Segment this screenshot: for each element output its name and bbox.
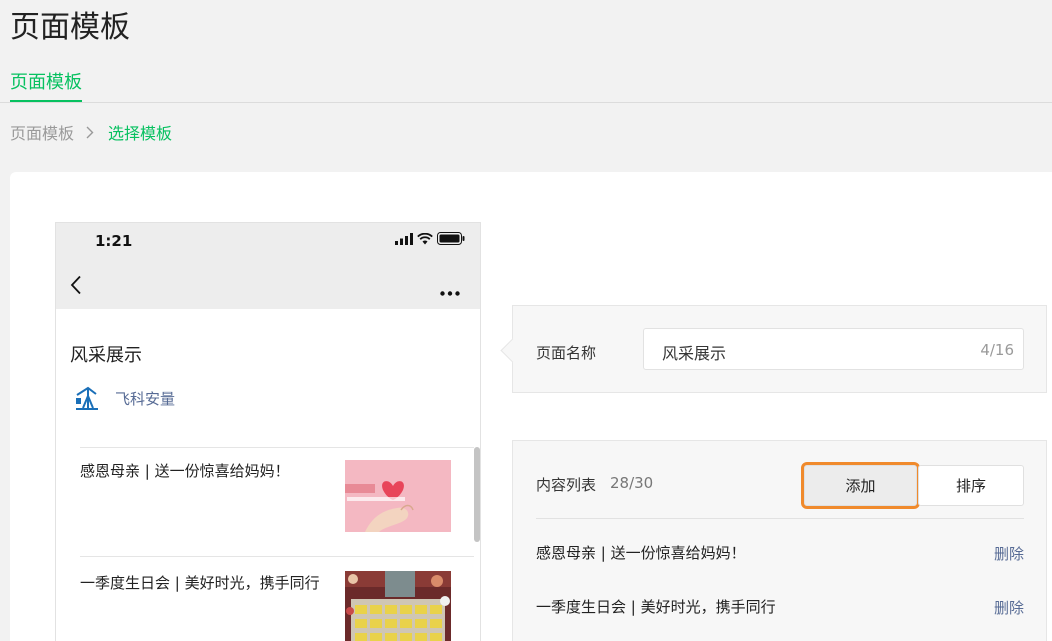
account-row[interactable]: 飞科安量 xyxy=(74,385,175,411)
status-icons xyxy=(395,232,465,245)
account-name: 飞科安量 xyxy=(115,389,176,408)
wifi-icon xyxy=(417,232,433,244)
birthday-party-thumbnail xyxy=(345,571,451,641)
account-logo-icon xyxy=(76,386,98,410)
feed-item[interactable]: 一季度生日会 | 美好时光，携手同行 xyxy=(80,571,474,641)
delete-button[interactable]: 删除 xyxy=(994,543,1024,564)
phone-scrollbar[interactable] xyxy=(474,447,480,542)
feed-divider xyxy=(80,556,474,557)
article-title: 风采展示 xyxy=(70,345,142,366)
page-name-label: 页面名称 xyxy=(536,344,597,362)
status-time: 1:21 xyxy=(95,232,133,250)
mothers-day-thumbnail xyxy=(345,460,451,532)
content-list-count: 28/30 xyxy=(610,474,654,492)
phone-nav-bar xyxy=(56,259,480,309)
feed-divider xyxy=(80,447,474,448)
battery-icon xyxy=(437,232,465,245)
feed-item-title: 一季度生日会 | 美好时光，携手同行 xyxy=(80,574,320,592)
tab-divider xyxy=(0,102,1052,103)
tab-page-template[interactable]: 页面模板 xyxy=(10,70,82,102)
list-item: 一季度生日会 | 美好时光，携手同行 删除 xyxy=(536,596,1024,620)
breadcrumb-current: 选择模板 xyxy=(108,124,173,143)
breadcrumb: 页面模板 选择模板 xyxy=(10,120,172,144)
content-list-divider xyxy=(536,518,1024,519)
list-item-title: 一季度生日会 | 美好时光，携手同行 xyxy=(536,598,776,616)
add-button[interactable]: 添加 xyxy=(801,462,920,509)
sort-button[interactable]: 排序 xyxy=(918,465,1024,506)
page-name-char-count: 4/16 xyxy=(980,341,1014,359)
phone-status-bar: 1:21 xyxy=(56,223,480,259)
page-name-value: 风采展示 xyxy=(662,344,727,363)
feed-item-title: 感恩母亲 | 送一份惊喜给妈妈！ xyxy=(80,462,290,480)
signal-icon xyxy=(395,232,413,245)
back-icon[interactable] xyxy=(70,275,82,299)
content-list-label: 内容列表 xyxy=(536,476,597,494)
phone-preview: 1:21 风采展示 飞科安量 感恩母亲 | 送一份惊喜给妈妈！ 一季度生日会 |… xyxy=(55,222,481,641)
feed-item[interactable]: 感恩母亲 | 送一份惊喜给妈妈！ xyxy=(80,459,474,549)
list-item-title: 感恩母亲 | 送一份惊喜给妈妈！ xyxy=(536,544,746,562)
page-title: 页面模板 xyxy=(10,10,130,45)
chevron-right-icon xyxy=(86,126,94,139)
page-name-card: 页面名称 风采展示 4/16 xyxy=(512,305,1047,393)
list-item: 感恩母亲 | 送一份惊喜给妈妈！ 删除 xyxy=(536,542,1024,566)
content-list-card: 内容列表 28/30 添加 排序 感恩母亲 | 送一份惊喜给妈妈！ 删除 一季度… xyxy=(512,440,1047,641)
more-icon[interactable] xyxy=(440,281,460,300)
breadcrumb-home[interactable]: 页面模板 xyxy=(10,120,74,144)
page-name-input[interactable]: 风采展示 4/16 xyxy=(643,328,1024,370)
delete-button[interactable]: 删除 xyxy=(994,597,1024,618)
